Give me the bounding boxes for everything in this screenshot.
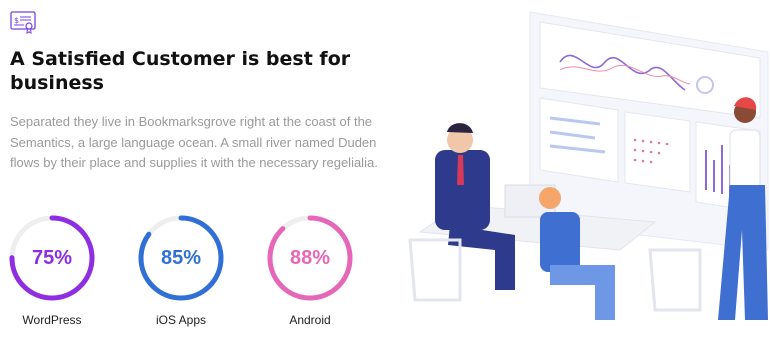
stat-value: 88% [289,246,331,269]
stat-ios-apps: 85% iOS Apps [131,213,231,327]
stat-label: iOS Apps [155,313,207,327]
stat-android: 88% Android [260,213,360,327]
stat-wordpress: 75% WordPress [2,213,102,327]
stat-label: WordPress [22,313,82,327]
svg-text:$: $ [14,16,19,25]
stat-value: 85% [160,246,202,269]
certificate-icon: $ [10,11,36,34]
stat-value: 75% [31,246,73,269]
stat-label: Android [289,313,331,327]
section-title: A Satisfied Customer is best for busines… [10,48,351,94]
section-description: Separated they live in Bookmarksgrove ri… [10,114,378,170]
team-analytics-illustration [408,11,769,320]
